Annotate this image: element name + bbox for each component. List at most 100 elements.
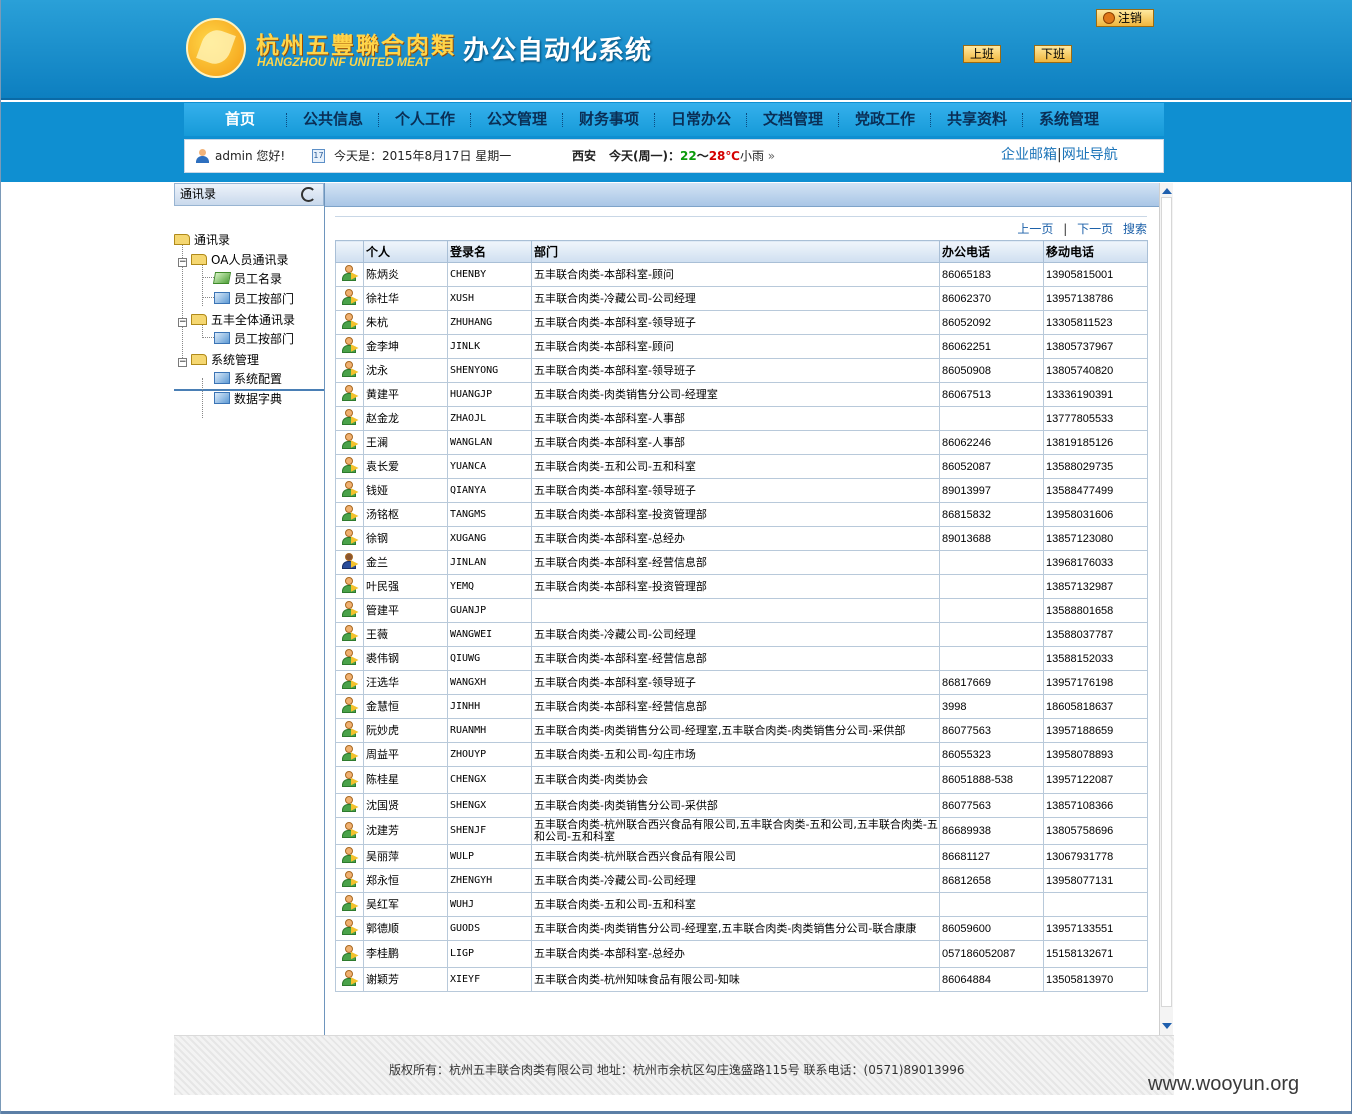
table-row[interactable]: 汤铭枢 TANGMS 五丰联合肉类-本部科室-投资管理部 86815832 139580… bbox=[335, 502, 1148, 527]
table-row[interactable]: 王澜 WANGLAN 五丰联合肉类-本部科室-人事部 86062246 13819185… bbox=[335, 430, 1148, 455]
table-row[interactable]: 袁长爱 YUANCA 五丰联合肉类-五和公司-五和科室 86052087 1358802… bbox=[335, 454, 1148, 479]
cell-name[interactable]: 王澜 bbox=[363, 430, 448, 455]
table-row[interactable]: 王薇 WANGWEI 五丰联合肉类-冷藏公司-公司经理 13588037787 bbox=[335, 622, 1148, 647]
cell-name[interactable]: 郭德顺 bbox=[363, 916, 448, 941]
nav-item[interactable]: 公共信息 bbox=[287, 103, 379, 136]
table-row[interactable]: 沈永 SHENYONG 五丰联合肉类-本部科室-领导班子 86050908 138057… bbox=[335, 358, 1148, 383]
tree-root[interactable]: 通讯录 bbox=[174, 231, 230, 249]
table-row[interactable]: 吴红军 WUHJ 五丰联合肉类-五和公司-五和科室 bbox=[335, 892, 1148, 917]
scroll-thumb[interactable] bbox=[1161, 197, 1172, 1007]
scroll-up-icon[interactable] bbox=[1162, 188, 1172, 194]
clock-out-button[interactable]: 下班 bbox=[1034, 45, 1072, 63]
cell-name[interactable]: 钱娅 bbox=[363, 478, 448, 503]
cell-name[interactable]: 裘伟钢 bbox=[363, 646, 448, 671]
nav-item[interactable]: 财务事项 bbox=[563, 103, 655, 136]
cell-name[interactable]: 金慧恒 bbox=[363, 694, 448, 719]
table-row[interactable]: 叶民强 YEMQ 五丰联合肉类-本部科室-投资管理部 13857132987 bbox=[335, 574, 1148, 599]
table-row[interactable]: 沈国贤 SHENGX 五丰联合肉类-肉类销售分公司-采供部 86077563 13857… bbox=[335, 793, 1148, 818]
tree-group-system[interactable]: − 系统管理 bbox=[178, 351, 259, 369]
table-row[interactable]: 徐钢 XUGANG 五丰联合肉类-本部科室-总经办 89013688 138571230… bbox=[335, 526, 1148, 551]
logout-button[interactable]: 注销 bbox=[1096, 9, 1154, 27]
tree-item-staff-list[interactable]: 员工名录 bbox=[212, 270, 282, 288]
cell-name[interactable]: 赵金龙 bbox=[363, 406, 448, 431]
table-row[interactable]: 周益平 ZHOUYP 五丰联合肉类-五和公司-勾庄市场 86055323 1395807… bbox=[335, 742, 1148, 767]
table-row[interactable]: 赵金龙 ZHAOJL 五丰联合肉类-本部科室-人事部 13777805533 bbox=[335, 406, 1148, 431]
col-header-login[interactable]: 登录名 bbox=[447, 240, 532, 263]
table-row[interactable]: 裘伟钢 QIUWG 五丰联合肉类-本部科室-经营信息部 13588152033 bbox=[335, 646, 1148, 671]
nav-item[interactable]: 党政工作 bbox=[839, 103, 931, 136]
table-row[interactable]: 阮妙虎 RUANMH 五丰联合肉类-肉类销售分公司-经理室,五丰联合肉类-肉类销售分… bbox=[335, 718, 1148, 743]
refresh-icon[interactable] bbox=[301, 187, 316, 202]
search-link[interactable]: 搜索 bbox=[1123, 222, 1147, 236]
cell-name[interactable]: 叶民强 bbox=[363, 574, 448, 599]
col-header-dept[interactable]: 部门 bbox=[531, 240, 940, 263]
url-nav-link[interactable]: 网址导航 bbox=[1062, 147, 1118, 163]
tree-item-staff-by-dept[interactable]: 员工按部门 bbox=[214, 290, 294, 308]
col-header-name[interactable]: 个人 bbox=[363, 240, 448, 263]
table-row[interactable]: 金慧恒 JINHH 五丰联合肉类-本部科室-经营信息部 3998 18605818637 bbox=[335, 694, 1148, 719]
table-row[interactable]: 陈桂星 CHENGX 五丰联合肉类-肉类协会 86051888-538 13957122… bbox=[335, 766, 1148, 794]
table-row[interactable]: 管建平 GUANJP 13588801658 bbox=[335, 598, 1148, 623]
table-row[interactable]: 郑永恒 ZHENGYH 五丰联合肉类-冷藏公司-公司经理 86812658 139580… bbox=[335, 868, 1148, 893]
table-row[interactable]: 陈炳炎 CHENBY 五丰联合肉类-本部科室-顾问 86065183 139058150… bbox=[335, 262, 1148, 287]
cell-name[interactable]: 徐社华 bbox=[363, 286, 448, 311]
tree-item-system-config[interactable]: 系统配置 bbox=[214, 370, 282, 388]
cell-name[interactable]: 周益平 bbox=[363, 742, 448, 767]
table-row[interactable]: 吴丽萍 WULP 五丰联合肉类-杭州联合西兴食品有限公司 86681127 130679… bbox=[335, 844, 1148, 869]
cell-name[interactable]: 朱杭 bbox=[363, 310, 448, 335]
table-row[interactable]: 钱娅 QIANYA 五丰联合肉类-本部科室-领导班子 89013997 13588477… bbox=[335, 478, 1148, 503]
cell-name[interactable]: 汤铭枢 bbox=[363, 502, 448, 527]
nav-item[interactable]: 共享资料 bbox=[931, 103, 1023, 136]
table-row[interactable]: 徐社华 XUSH 五丰联合肉类-冷藏公司-公司经理 86062370 139571387… bbox=[335, 286, 1148, 311]
nav-item[interactable]: 文档管理 bbox=[747, 103, 839, 136]
table-row[interactable]: 谢颖芳 XIEYF 五丰联合肉类-杭州知味食品有限公司-知味 86064884 1350… bbox=[335, 967, 1148, 992]
table-row[interactable]: 汪选华 WANGXH 五丰联合肉类-本部科室-领导班子 86817669 1395717… bbox=[335, 670, 1148, 695]
cell-name[interactable]: 沈国贤 bbox=[363, 793, 448, 818]
cell-name[interactable]: 吴红军 bbox=[363, 892, 448, 917]
nav-item[interactable]: 个人工作 bbox=[379, 103, 471, 136]
next-page-link[interactable]: 下一页 bbox=[1077, 222, 1113, 236]
cell-name[interactable]: 陈炳炎 bbox=[363, 262, 448, 287]
table-row[interactable]: 沈建芳 SHENJF 五丰联合肉类-杭州联合西兴食品有限公司,五丰联合肉类-五和公司… bbox=[335, 817, 1148, 845]
weather-widget[interactable]: 今天(周一)：22～28℃小雨 » bbox=[609, 140, 775, 172]
nav-item[interactable]: 公文管理 bbox=[471, 103, 563, 136]
table-row[interactable]: 黄建平 HUANGJP 五丰联合肉类-肉类销售分公司-经理室 86067513 1333… bbox=[335, 382, 1148, 407]
collapse-icon[interactable]: − bbox=[178, 258, 187, 267]
cell-name[interactable]: 徐钢 bbox=[363, 526, 448, 551]
cell-name[interactable]: 谢颖芳 bbox=[363, 967, 448, 992]
collapse-icon[interactable]: − bbox=[178, 318, 187, 327]
table-row[interactable]: 金李坤 JINLK 五丰联合肉类-本部科室-顾问 86062251 1380573796… bbox=[335, 334, 1148, 359]
col-header-mobile[interactable]: 移动电话 bbox=[1043, 240, 1148, 263]
cell-name[interactable]: 阮妙虎 bbox=[363, 718, 448, 743]
cell-name[interactable]: 金李坤 bbox=[363, 334, 448, 359]
tree-item-all-by-dept[interactable]: 员工按部门 bbox=[214, 330, 294, 348]
cell-name[interactable]: 汪选华 bbox=[363, 670, 448, 695]
cell-name[interactable]: 陈桂星 bbox=[363, 766, 448, 794]
cell-name[interactable]: 王薇 bbox=[363, 622, 448, 647]
table-row[interactable]: 郭德顺 GUODS 五丰联合肉类-肉类销售分公司-经理室,五丰联合肉类-肉类销售分公… bbox=[335, 916, 1148, 941]
cell-name[interactable]: 黄建平 bbox=[363, 382, 448, 407]
vertical-scrollbar[interactable] bbox=[1159, 183, 1173, 1035]
tree-group-oa[interactable]: − OA人员通讯录 bbox=[178, 251, 288, 269]
mail-link[interactable]: 企业邮箱 bbox=[1001, 147, 1057, 163]
tree-item-data-dictionary[interactable]: 数据字典 bbox=[214, 390, 282, 408]
cell-name[interactable]: 管建平 bbox=[363, 598, 448, 623]
cell-name[interactable]: 李桂鹏 bbox=[363, 940, 448, 968]
cell-name[interactable]: 郑永恒 bbox=[363, 868, 448, 893]
cell-name[interactable]: 金兰 bbox=[363, 550, 448, 575]
cell-name[interactable]: 沈建芳 bbox=[363, 817, 448, 845]
scroll-down-icon[interactable] bbox=[1162, 1023, 1172, 1029]
clock-in-button[interactable]: 上班 bbox=[963, 45, 1001, 63]
prev-page-link[interactable]: 上一页 bbox=[1017, 222, 1053, 236]
nav-item[interactable]: 系统管理 bbox=[1023, 103, 1115, 136]
tree-group-all[interactable]: − 五丰全体通讯录 bbox=[178, 311, 295, 329]
col-header-office-phone[interactable]: 办公电话 bbox=[939, 240, 1044, 263]
cell-name[interactable]: 袁长爱 bbox=[363, 454, 448, 479]
cell-name[interactable]: 沈永 bbox=[363, 358, 448, 383]
cell-name[interactable]: 吴丽萍 bbox=[363, 844, 448, 869]
nav-item[interactable]: 首页 bbox=[194, 103, 286, 136]
table-row[interactable]: 朱杭 ZHUHANG 五丰联合肉类-本部科室-领导班子 86052092 1330581… bbox=[335, 310, 1148, 335]
nav-item[interactable]: 日常办公 bbox=[655, 103, 747, 136]
collapse-icon[interactable]: − bbox=[178, 358, 187, 367]
table-row[interactable]: 李桂鹏 LIGP 五丰联合肉类-本部科室-总经办 057186052087 151581… bbox=[335, 940, 1148, 968]
